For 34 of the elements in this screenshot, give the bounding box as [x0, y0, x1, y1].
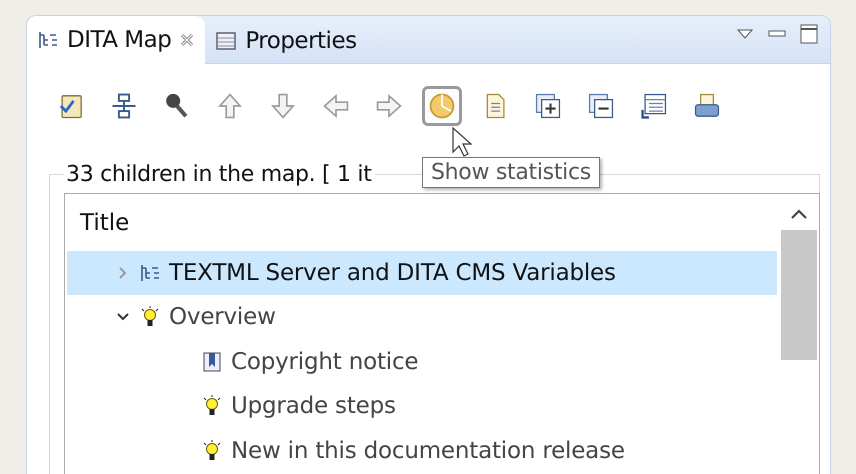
summary-text: 33 children in the map. [ 1 it [64, 162, 375, 187]
scrollbar-thumb[interactable] [781, 230, 817, 360]
hierarchy-icon [110, 92, 138, 120]
collapse-all-icon [587, 92, 615, 120]
pie-chart-icon [428, 92, 456, 120]
printer-icon [693, 92, 721, 120]
tree-row[interactable]: Copyright notice [67, 340, 777, 384]
view-tab[interactable]: Properties [205, 19, 367, 63]
right-arrow-icon [375, 92, 403, 120]
down-arrow-icon [269, 92, 297, 120]
up-arrow-icon [216, 92, 244, 120]
view-tab[interactable]: DITA Map [27, 16, 206, 64]
left-arrow-icon [322, 92, 350, 120]
mouse-cursor-icon [452, 126, 472, 156]
maximize-icon[interactable] [800, 24, 818, 44]
expand-all-icon [534, 92, 562, 120]
light-bulb-icon [201, 395, 223, 418]
list-icon [640, 92, 668, 120]
light-bulb-icon [201, 440, 223, 462]
tree-row[interactable]: TEXTML Server and DITA CMS Variables [67, 250, 777, 295]
tooltip: Show statistics [422, 156, 600, 188]
bookmark-icon [201, 350, 223, 373]
clipboard-check-icon [57, 92, 85, 120]
scroll-up-icon[interactable] [790, 208, 808, 220]
column-header[interactable]: Title [67, 194, 777, 250]
close-icon[interactable] [179, 32, 196, 48]
minimize-icon[interactable] [768, 29, 786, 39]
table-icon [215, 30, 238, 52]
tree-icon [37, 29, 59, 51]
tree-row[interactable]: Upgrade steps [67, 384, 777, 428]
tree-row[interactable]: New in this documentation release [67, 428, 777, 473]
tree-row[interactable]: Overview [67, 295, 777, 340]
view-menu-icon[interactable] [736, 28, 754, 40]
light-bulb-icon [139, 306, 161, 328]
